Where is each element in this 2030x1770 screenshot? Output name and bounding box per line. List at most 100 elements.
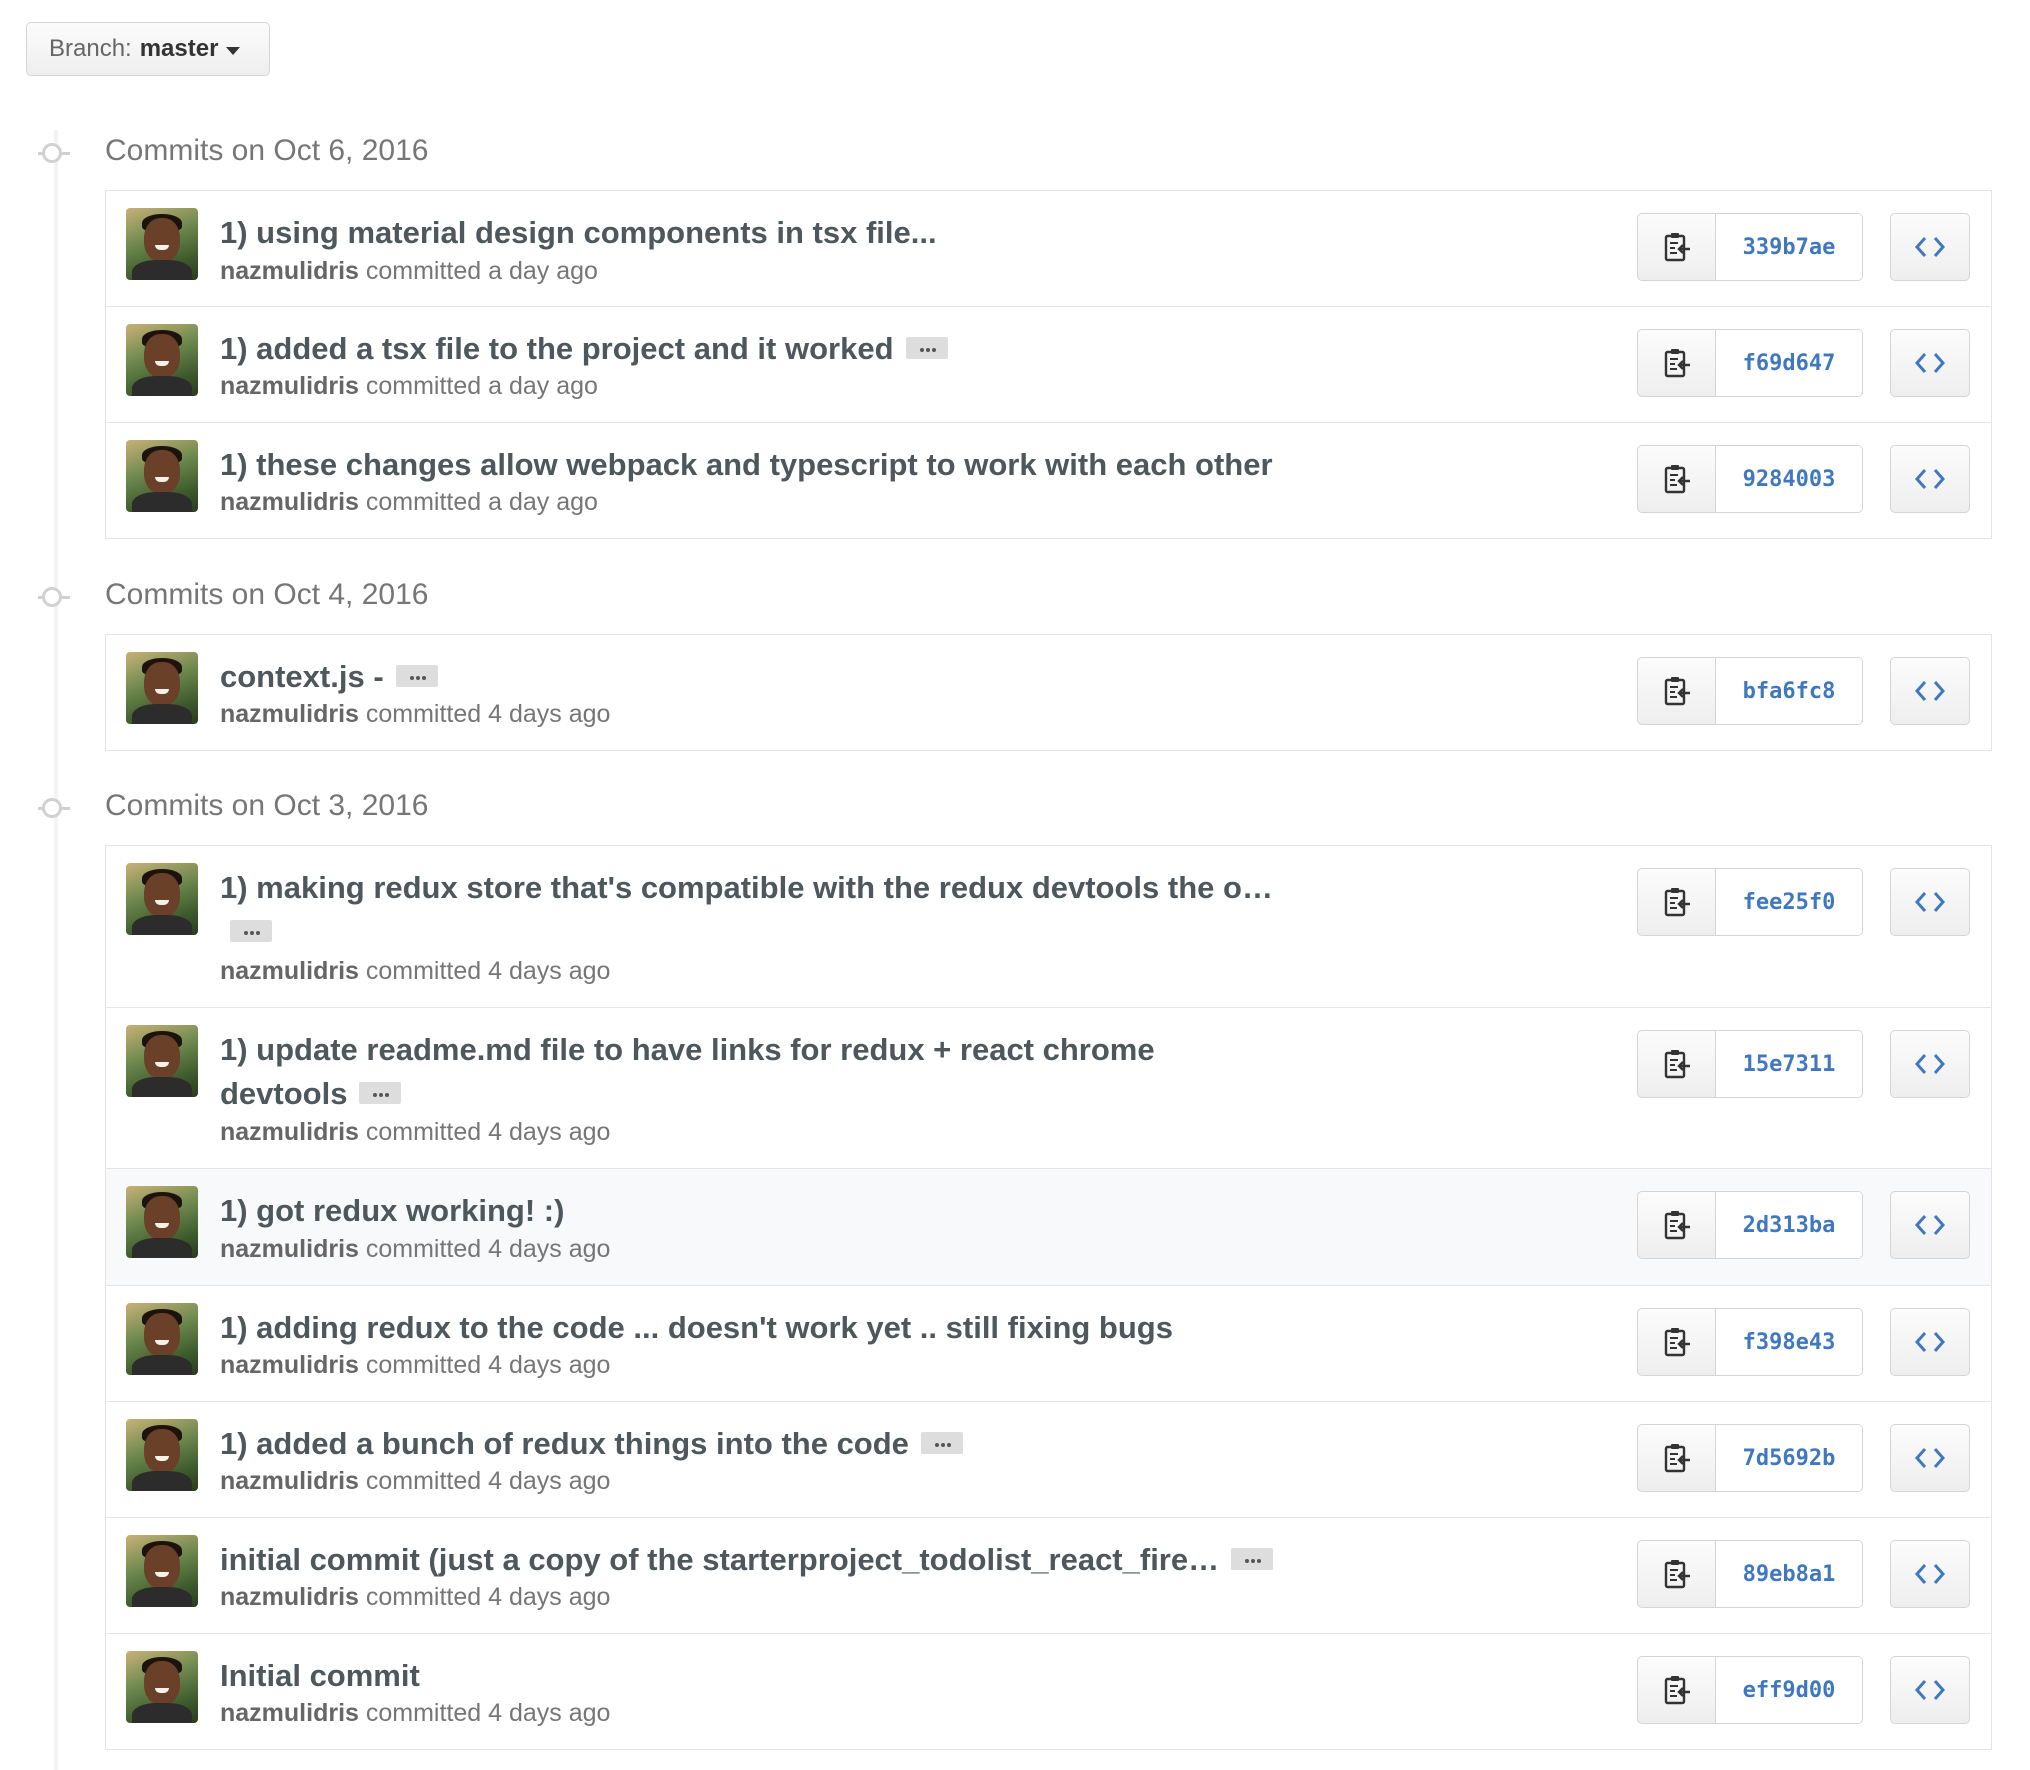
commit-message[interactable]: 1) adding redux to the code ... doesn't …: [220, 1306, 1360, 1350]
commit-message-text[interactable]: 1) adding redux to the code ... doesn't …: [220, 1310, 1173, 1345]
sha-button-group: f69d647: [1637, 329, 1863, 397]
commit-message[interactable]: 1) added a bunch of redux things into th…: [220, 1422, 1360, 1466]
commit-message[interactable]: 1) using material design components in t…: [220, 211, 1360, 255]
commit-time: committed a day ago: [365, 257, 598, 285]
copy-sha-button[interactable]: [1638, 1657, 1716, 1723]
avatar[interactable]: [126, 324, 198, 396]
commit-author[interactable]: nazmulidris: [220, 700, 359, 728]
commit-group-header: Commits on Oct 3, 2016: [0, 786, 1000, 826]
commit-author[interactable]: nazmulidris: [220, 957, 359, 985]
commit-message-text[interactable]: 1) got redux working! :): [220, 1193, 564, 1228]
commit-message[interactable]: 1) making redux store that's compatible …: [220, 866, 1340, 954]
commit-sha-link[interactable]: 2d313ba: [1716, 1192, 1862, 1258]
commit-author[interactable]: nazmulidris: [220, 1351, 359, 1379]
commit-group-header: Commits on Oct 6, 2016: [0, 131, 1000, 171]
copy-sha-button[interactable]: [1638, 330, 1716, 396]
expand-message-button[interactable]: [1231, 1547, 1274, 1570]
commit-sha-link[interactable]: f69d647: [1716, 330, 1862, 396]
avatar[interactable]: [126, 1303, 198, 1375]
browse-repo-button[interactable]: [1890, 1540, 1970, 1608]
commit-author[interactable]: nazmulidris: [220, 1235, 359, 1263]
avatar[interactable]: [126, 1535, 198, 1607]
commit-sha-link[interactable]: 89eb8a1: [1716, 1541, 1862, 1607]
copy-sha-button[interactable]: [1638, 658, 1716, 724]
commit-row: 1) these changes allow webpack and types…: [106, 422, 1991, 538]
code-icon: [1915, 1680, 1945, 1700]
commit-sha-link[interactable]: 15e7311: [1716, 1031, 1862, 1097]
commit-author[interactable]: nazmulidris: [220, 372, 359, 400]
avatar[interactable]: [126, 1025, 198, 1097]
commit-meta: nazmulidris committed a day ago: [220, 371, 598, 401]
browse-repo-button[interactable]: [1890, 657, 1970, 725]
commit-sha-link[interactable]: 9284003: [1716, 446, 1862, 512]
commit-message[interactable]: context.js -: [220, 655, 1360, 699]
commit-message-text[interactable]: 1) added a tsx file to the project and i…: [220, 331, 894, 366]
branch-select-button[interactable]: Branch: master: [26, 22, 270, 76]
avatar[interactable]: [126, 440, 198, 512]
commit-message-text[interactable]: 1) using material design components in t…: [220, 215, 937, 250]
expand-message-button[interactable]: [230, 919, 272, 942]
browse-repo-button[interactable]: [1890, 1656, 1970, 1724]
copy-sha-button[interactable]: [1638, 1309, 1716, 1375]
commit-message-text[interactable]: 1) these changes allow webpack and types…: [220, 447, 1273, 482]
commit-message-text[interactable]: initial commit (just a copy of the start…: [220, 1542, 1219, 1577]
expand-message-button[interactable]: [905, 336, 948, 359]
copy-sha-button[interactable]: [1638, 869, 1716, 935]
avatar[interactable]: [126, 1419, 198, 1491]
copy-sha-button[interactable]: [1638, 1192, 1716, 1258]
browse-repo-button[interactable]: [1890, 329, 1970, 397]
expand-message-button[interactable]: [359, 1081, 402, 1104]
browse-repo-button[interactable]: [1890, 1191, 1970, 1259]
commit-row: 1) got redux working! :) nazmulidris com…: [106, 1168, 1991, 1285]
commit-message[interactable]: Initial commit: [220, 1654, 1360, 1698]
commit-author[interactable]: nazmulidris: [220, 257, 359, 285]
avatar[interactable]: [126, 863, 198, 935]
avatar[interactable]: [126, 1186, 198, 1258]
avatar[interactable]: [126, 208, 198, 280]
expand-message-button[interactable]: [920, 1431, 963, 1454]
caret-down-icon: [226, 46, 241, 55]
copy-sha-button[interactable]: [1638, 1541, 1716, 1607]
expand-message-button[interactable]: [395, 664, 438, 687]
copy-sha-button[interactable]: [1638, 446, 1716, 512]
browse-repo-button[interactable]: [1890, 213, 1970, 281]
commit-author[interactable]: nazmulidris: [220, 1467, 359, 1495]
commit-author[interactable]: nazmulidris: [220, 488, 359, 516]
commit-message[interactable]: 1) got redux working! :): [220, 1189, 1360, 1233]
browse-repo-button[interactable]: [1890, 1030, 1970, 1098]
commit-author[interactable]: nazmulidris: [220, 1118, 359, 1146]
commit-message-text[interactable]: Initial commit: [220, 1658, 420, 1693]
commit-message[interactable]: 1) these changes allow webpack and types…: [220, 443, 1360, 487]
browse-repo-button[interactable]: [1890, 445, 1970, 513]
commit-message[interactable]: 1) update readme.md file to have links f…: [220, 1028, 1240, 1116]
commit-message-text[interactable]: 1) added a bunch of redux things into th…: [220, 1426, 909, 1461]
commit-row: Initial commit nazmulidris committed 4 d…: [106, 1633, 1991, 1749]
commit-sha-link[interactable]: 7d5692b: [1716, 1425, 1862, 1491]
git-commit-icon: [42, 798, 62, 818]
commit-sha-link[interactable]: bfa6fc8: [1716, 658, 1862, 724]
commit-message[interactable]: 1) added a tsx file to the project and i…: [220, 327, 1360, 371]
commit-meta: nazmulidris committed a day ago: [220, 256, 598, 286]
commit-author[interactable]: nazmulidris: [220, 1583, 359, 1611]
browse-repo-button[interactable]: [1890, 1308, 1970, 1376]
commit-author[interactable]: nazmulidris: [220, 1699, 359, 1727]
commit-sha-link[interactable]: fee25f0: [1716, 869, 1862, 935]
commit-message-text[interactable]: context.js -: [220, 659, 384, 694]
commit-sha-link[interactable]: eff9d00: [1716, 1657, 1862, 1723]
browse-repo-button[interactable]: [1890, 868, 1970, 936]
browse-repo-button[interactable]: [1890, 1424, 1970, 1492]
copy-sha-button[interactable]: [1638, 1031, 1716, 1097]
commit-meta: nazmulidris committed 4 days ago: [220, 1117, 610, 1147]
clippy-icon: [1664, 677, 1690, 706]
copy-sha-button[interactable]: [1638, 214, 1716, 280]
avatar[interactable]: [126, 1651, 198, 1723]
commit-sha-link[interactable]: f398e43: [1716, 1309, 1862, 1375]
commit-time: committed 4 days ago: [365, 1235, 611, 1263]
copy-sha-button[interactable]: [1638, 1425, 1716, 1491]
commit-message[interactable]: initial commit (just a copy of the start…: [220, 1538, 1380, 1582]
commit-message-text[interactable]: 1) making redux store that's compatible …: [220, 870, 1273, 905]
avatar[interactable]: [126, 652, 198, 724]
commit-meta: nazmulidris committed a day ago: [220, 487, 598, 517]
commit-time: committed 4 days ago: [365, 957, 611, 985]
commit-sha-link[interactable]: 339b7ae: [1716, 214, 1862, 280]
